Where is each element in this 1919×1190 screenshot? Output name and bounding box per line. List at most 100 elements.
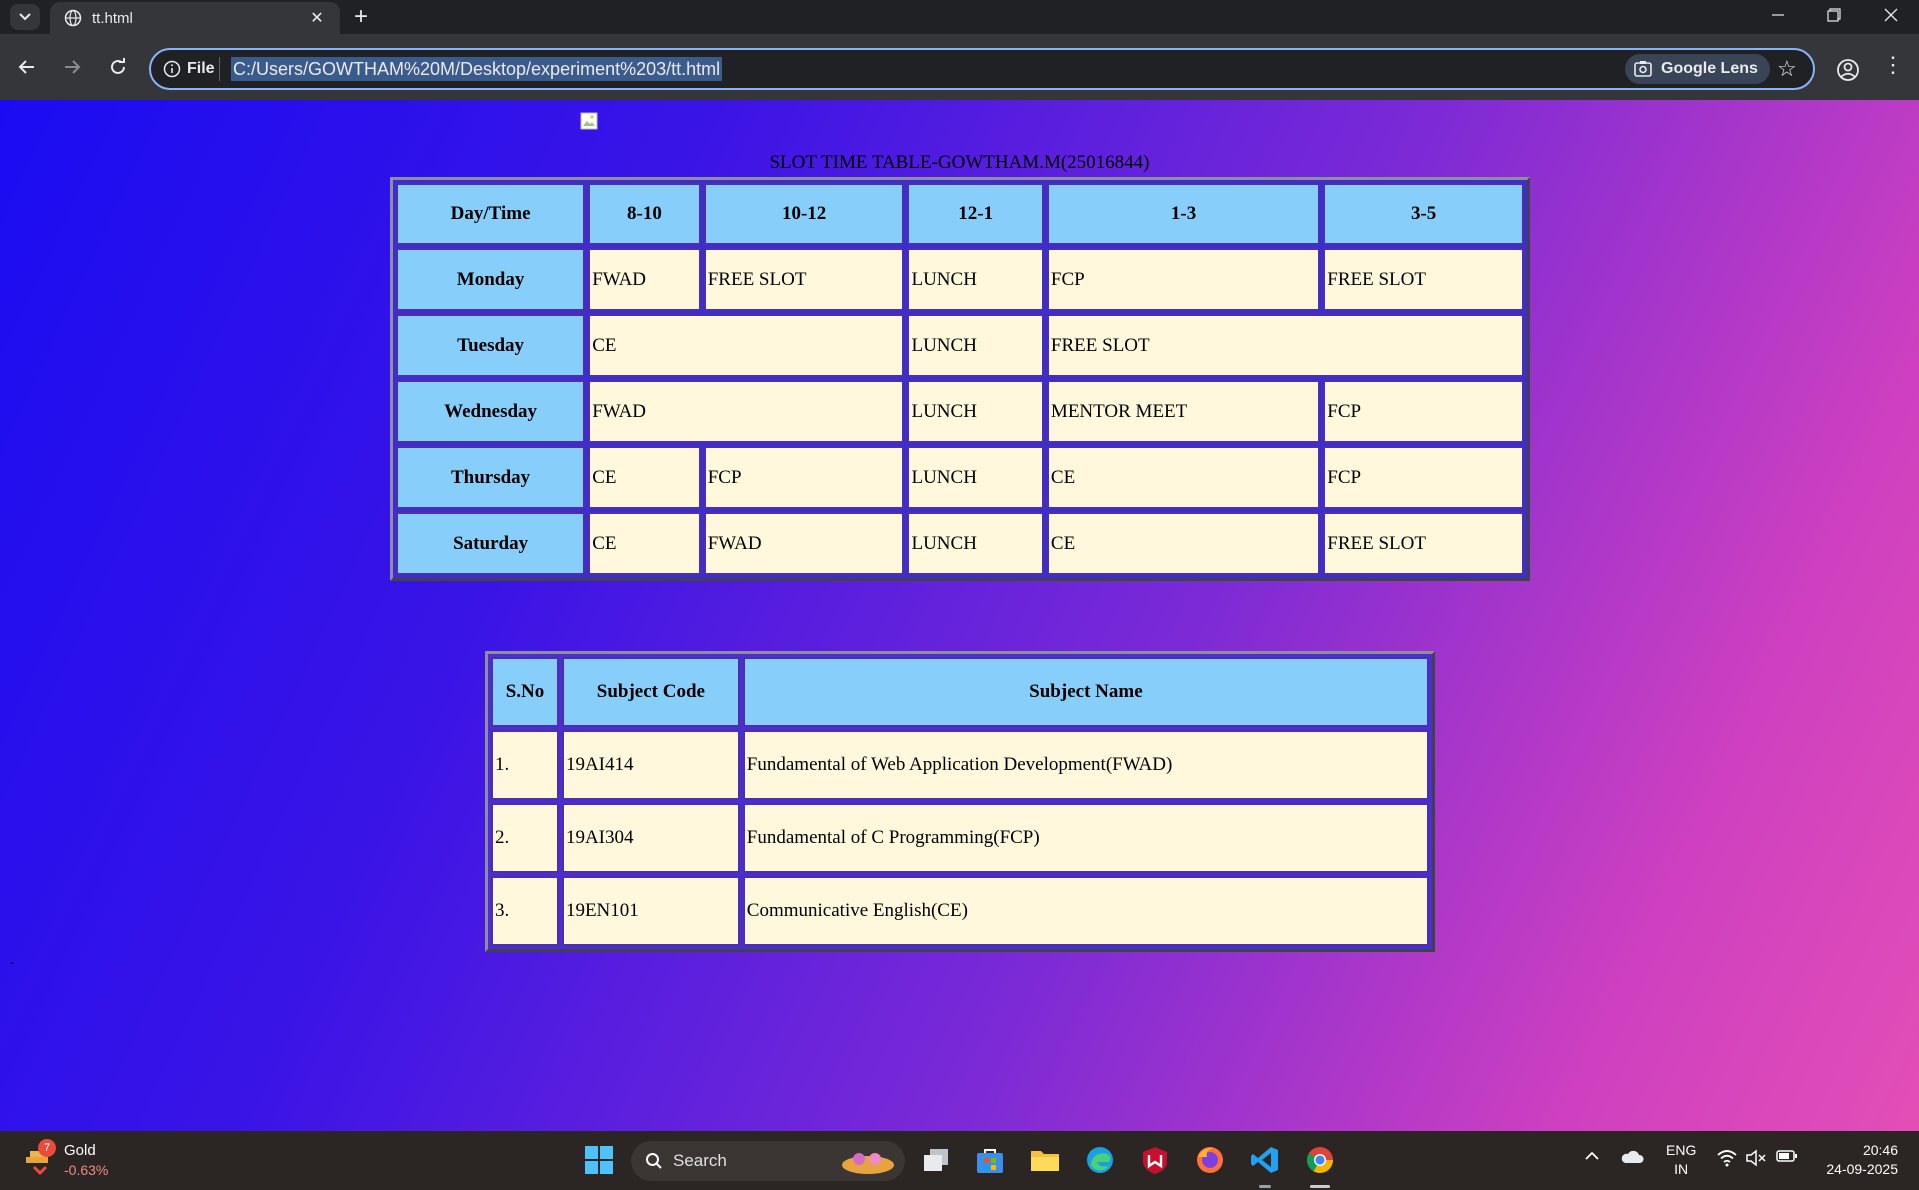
language-code: ENG bbox=[1666, 1142, 1697, 1158]
profile-icon[interactable] bbox=[1834, 56, 1862, 84]
file-explorer-icon[interactable] bbox=[1027, 1142, 1063, 1178]
widget-title[interactable]: Gold bbox=[64, 1142, 96, 1159]
close-window-button[interactable] bbox=[1863, 0, 1919, 30]
onedrive-cloud-icon[interactable] bbox=[1620, 1149, 1644, 1170]
taskbar-search[interactable]: Search bbox=[631, 1141, 905, 1181]
table-row: Thursday CE FCP LUNCH CE FCP bbox=[396, 446, 1524, 509]
task-view-icon[interactable] bbox=[918, 1142, 954, 1178]
slot-cell: CE bbox=[588, 314, 905, 377]
new-tab-button[interactable]: + bbox=[354, 3, 368, 31]
slot-cell: LUNCH bbox=[907, 248, 1044, 311]
slot-cell: LUNCH bbox=[907, 380, 1044, 443]
google-lens-label: Google Lens bbox=[1661, 60, 1758, 77]
search-icon bbox=[646, 1153, 662, 1169]
page-viewport: SLOT TIME TABLE-GOWTHAM.M(25016844) Day/… bbox=[0, 100, 1919, 1131]
stray-text: - bbox=[10, 955, 14, 969]
restore-button[interactable] bbox=[1806, 0, 1862, 30]
table-row: Wednesday FWAD LUNCH MENTOR MEET FCP bbox=[396, 380, 1524, 443]
name-cell: Fundamental of Web Application Developme… bbox=[742, 730, 1429, 800]
slot-cell: FCP bbox=[1046, 248, 1321, 311]
timetable: Day/Time 8-10 10-12 12-1 1-3 3-5 Monday … bbox=[390, 177, 1530, 581]
table-row: 3. 19EN101 Communicative English(CE) bbox=[491, 876, 1429, 946]
widget-badge: 7 bbox=[38, 1139, 56, 1157]
code-cell: 19AI304 bbox=[561, 803, 740, 873]
header-cell: 10-12 bbox=[703, 183, 905, 245]
header-cell: 12-1 bbox=[907, 183, 1044, 245]
chrome-menu-icon[interactable]: ⋮ bbox=[1882, 52, 1904, 78]
reload-button[interactable] bbox=[103, 52, 133, 82]
speaker-muted-icon[interactable] bbox=[1745, 1149, 1767, 1172]
forward-button[interactable] bbox=[57, 52, 87, 82]
timetable-caption: SLOT TIME TABLE-GOWTHAM.M(25016844) bbox=[769, 152, 1150, 173]
browser-toolbar: File C:/Users/GOWTHAM%20M/Desktop/experi… bbox=[0, 34, 1919, 100]
battery-icon[interactable] bbox=[1776, 1149, 1798, 1168]
day-cell: Wednesday bbox=[396, 380, 586, 443]
subjects-table: S.No Subject Code Subject Name 1. 19AI41… bbox=[485, 651, 1435, 952]
header-cell: 8-10 bbox=[588, 183, 701, 245]
tab-title: tt.html bbox=[92, 9, 133, 27]
name-cell: Fundamental of C Programming(FCP) bbox=[742, 803, 1429, 873]
sno-cell: 2. bbox=[491, 803, 559, 873]
minimize-button[interactable] bbox=[1750, 0, 1806, 30]
slot-cell: MENTOR MEET bbox=[1046, 380, 1321, 443]
slot-cell: LUNCH bbox=[907, 446, 1044, 509]
slot-cell: CE bbox=[588, 512, 701, 575]
language-indicator[interactable]: ENG IN bbox=[1666, 1141, 1696, 1179]
system-clock[interactable]: 20:46 24-09-2025 bbox=[1818, 1141, 1898, 1179]
chrome-active-indicator bbox=[1310, 1185, 1330, 1188]
tab-close-icon[interactable]: ✕ bbox=[306, 8, 328, 28]
slot-cell: FWAD bbox=[588, 248, 701, 311]
microsoft-store-icon[interactable] bbox=[972, 1142, 1008, 1178]
browser-title-bar: tt.html ✕ + bbox=[0, 0, 1919, 34]
table-row: Monday FWAD FREE SLOT LUNCH FCP FREE SLO… bbox=[396, 248, 1524, 311]
slot-cell: FWAD bbox=[588, 380, 905, 443]
code-cell: 19EN101 bbox=[561, 876, 740, 946]
globe-icon bbox=[64, 9, 82, 27]
url-scheme-label: File bbox=[187, 60, 215, 77]
slot-cell: FREE SLOT bbox=[1323, 512, 1524, 575]
slot-cell: CE bbox=[1046, 512, 1321, 575]
slot-cell: FCP bbox=[1323, 446, 1524, 509]
region-code: IN bbox=[1674, 1161, 1689, 1177]
name-cell: Communicative English(CE) bbox=[742, 876, 1429, 946]
clock-date: 24-09-2025 bbox=[1826, 1161, 1898, 1177]
edge-browser-icon[interactable] bbox=[1082, 1142, 1118, 1178]
tab-search-chevron-icon[interactable] bbox=[10, 4, 40, 30]
windows-taskbar: 7 Gold -0.63% Search ENG IN 20:46 24-09-… bbox=[0, 1131, 1919, 1190]
firefox-icon[interactable] bbox=[1192, 1142, 1228, 1178]
search-highlight-art-icon bbox=[842, 1153, 894, 1174]
windows-start-icon[interactable] bbox=[584, 1145, 614, 1175]
timetable-header-row: Day/Time 8-10 10-12 12-1 1-3 3-5 bbox=[396, 183, 1524, 245]
google-lens-button[interactable]: Google Lens bbox=[1625, 54, 1770, 84]
chrome-icon[interactable] bbox=[1302, 1142, 1338, 1178]
widget-change: -0.63% bbox=[64, 1162, 109, 1178]
slot-cell: FCP bbox=[703, 446, 905, 509]
mcafee-icon[interactable] bbox=[1137, 1142, 1173, 1178]
sno-cell: 1. bbox=[491, 730, 559, 800]
header-cell: 3-5 bbox=[1323, 183, 1524, 245]
back-button[interactable] bbox=[12, 52, 42, 82]
header-cell: 1-3 bbox=[1046, 183, 1321, 245]
slot-cell: LUNCH bbox=[907, 512, 1044, 575]
subjects-header-row: S.No Subject Code Subject Name bbox=[491, 657, 1429, 727]
slot-cell: FCP bbox=[1323, 380, 1524, 443]
header-cell: S.No bbox=[491, 657, 559, 727]
bookmark-star-icon[interactable]: ☆ bbox=[1777, 56, 1797, 82]
day-cell: Monday bbox=[396, 248, 586, 311]
slot-cell: CE bbox=[588, 446, 701, 509]
show-hidden-icons-chevron-icon[interactable] bbox=[1584, 1149, 1600, 1167]
table-row: Saturday CE FWAD LUNCH CE FREE SLOT bbox=[396, 512, 1524, 575]
vscode-icon[interactable] bbox=[1247, 1142, 1283, 1178]
table-row: 2. 19AI304 Fundamental of C Programming(… bbox=[491, 803, 1429, 873]
camera-search-icon bbox=[1634, 61, 1652, 77]
url-text[interactable]: C:/Users/GOWTHAM%20M/Desktop/experiment%… bbox=[231, 57, 723, 81]
day-cell: Tuesday bbox=[396, 314, 586, 377]
browser-tab[interactable]: tt.html ✕ bbox=[50, 2, 340, 34]
header-cell: Day/Time bbox=[396, 183, 586, 245]
search-label: Search bbox=[673, 1151, 727, 1170]
sno-cell: 3. bbox=[491, 876, 559, 946]
info-icon[interactable] bbox=[163, 60, 181, 78]
wifi-icon[interactable] bbox=[1716, 1149, 1738, 1172]
day-cell: Thursday bbox=[396, 446, 586, 509]
address-bar[interactable]: File C:/Users/GOWTHAM%20M/Desktop/experi… bbox=[149, 48, 1815, 90]
